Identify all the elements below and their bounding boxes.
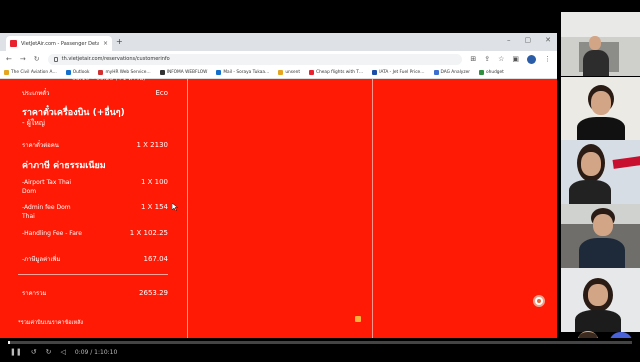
bookmark-item[interactable]: INFOMA WEBFLOW <box>159 70 207 75</box>
address-bar: ← → ↻ th.vietjetair.com/reservations/cus… <box>0 51 557 67</box>
bookmark-icon <box>433 70 439 75</box>
participant-face <box>591 91 611 115</box>
participant-tile[interactable] <box>561 268 640 332</box>
bookmark-icon <box>372 70 378 75</box>
star-icon[interactable]: ☆ <box>498 55 504 63</box>
vat-value: 167.04 <box>143 255 169 263</box>
total-label: ราคารวม <box>22 290 47 297</box>
participant-face <box>588 284 608 306</box>
player-controls: ❚❚ ↺ ↻ ◁ 0:09 / 1:10:10 <box>10 348 117 356</box>
new-tab-button[interactable]: + <box>116 37 123 46</box>
forward-icon[interactable]: → <box>20 55 26 63</box>
profile-avatar-icon[interactable] <box>527 54 536 64</box>
handling-fee-value: 1 X 102.25 <box>129 229 168 237</box>
fare-heading: ราคาตั๋วเครื่องบิน (+อื่นๆ) <box>22 108 125 118</box>
video-player-bar: ❚❚ ↺ ↻ ◁ 0:09 / 1:10:10 <box>0 338 640 362</box>
flight-time: 08:10 – 09:25 (+1 ดาวน์) <box>72 75 146 82</box>
admin-fee-label: -Admin fee Dom Thai <box>22 204 71 220</box>
bookmark-icon <box>159 70 165 75</box>
window-controls: – ▢ ✕ <box>507 36 551 44</box>
minimize-icon[interactable]: – <box>507 36 511 44</box>
mail-icon <box>216 70 222 75</box>
participant-tile[interactable] <box>561 140 640 204</box>
class-value: Eco <box>155 89 168 97</box>
lock-icon <box>53 56 58 62</box>
airplane-icon <box>612 156 640 169</box>
handling-fee-label: -Handling Fee - Fare <box>22 230 82 237</box>
maximize-icon[interactable]: ▢ <box>525 36 532 44</box>
base-fare-value: 1 X 2130 <box>136 141 168 149</box>
tax-heading: ค่าภาษี ค่าธรรมเนียม <box>22 161 106 171</box>
bookmark-item[interactable]: DAG Analyzer <box>433 70 470 75</box>
bookmark-icon <box>278 70 284 75</box>
admin-fee-value: 1 X 154 <box>140 203 168 211</box>
participant-tile[interactable] <box>561 77 640 141</box>
tab-title: VietJetAir.com - Passenger Detai <box>21 40 99 47</box>
toolbar-icons: ⊞ ⇪ ☆ ▣ ⋮ <box>470 54 551 64</box>
mouse-cursor-icon <box>172 203 178 211</box>
bookmark-item[interactable]: unsent <box>278 70 300 75</box>
fare-note: *รวมค่าบินบนราคาข้อเหลัง <box>18 320 84 326</box>
progress-track[interactable] <box>8 341 632 344</box>
floating-icon <box>355 316 361 322</box>
total-divider <box>18 274 168 275</box>
bookmark-item[interactable]: Mail - Soraya Tukaa… <box>216 70 269 75</box>
reload-icon[interactable]: ↻ <box>34 55 40 63</box>
total-value: 2653.29 <box>139 289 168 297</box>
bookmark-item[interactable]: ohudget <box>479 70 504 75</box>
vietjet-favicon-icon <box>10 40 17 47</box>
airport-tax-label: -Airport Tax Thai Dom <box>22 179 72 195</box>
bookmark-icon <box>4 70 9 75</box>
playback-time: 0:09 / 1:10:10 <box>74 348 118 356</box>
url-field[interactable]: th.vietjetair.com/reservations/customeri… <box>47 53 463 65</box>
sidepanel-icon[interactable]: ▣ <box>512 55 519 63</box>
volume-icon[interactable]: ◁ <box>60 348 65 356</box>
bookmark-item[interactable]: Cheap flights with T… <box>309 70 363 75</box>
tab-bar: VietJetAir.com - Passenger Detai × + – ▢… <box>0 33 557 51</box>
column-divider <box>187 79 188 338</box>
participant-face <box>589 36 601 50</box>
progress-fill <box>8 341 11 344</box>
base-fare-label: ราคาตั๋วต่อคน <box>22 142 59 149</box>
bookmark-icon <box>479 70 484 75</box>
close-window-icon[interactable]: ✕ <box>545 36 551 44</box>
participant-tile[interactable] <box>561 204 640 268</box>
airport-tax-value: 1 X 100 <box>140 178 168 186</box>
fare-page: 08:10 – 09:25 (+1 ดาวน์) ประเภทตั๋ว Eco … <box>0 75 557 338</box>
close-tab-icon[interactable]: × <box>103 40 108 47</box>
vat-label: -ภาษีมูลค่าเพิ่ม <box>22 256 61 263</box>
rewind-icon[interactable]: ↺ <box>31 348 37 356</box>
help-chat-icon[interactable] <box>533 295 545 307</box>
bookmark-item[interactable]: IATA - Jet Fuel Price… <box>372 70 425 75</box>
outlook-icon <box>65 70 71 75</box>
shared-screen: VietJetAir.com - Passenger Detai × + – ▢… <box>0 33 557 338</box>
participant-face <box>581 152 601 176</box>
column-divider <box>372 79 373 338</box>
pause-icon[interactable]: ❚❚ <box>10 348 22 356</box>
back-icon[interactable]: ← <box>6 55 12 63</box>
share-icon[interactable]: ⇪ <box>484 55 490 63</box>
browser-tab[interactable]: VietJetAir.com - Passenger Detai × <box>6 36 112 51</box>
menu-icon[interactable]: ⋮ <box>544 55 551 63</box>
url-text: th.vietjetair.com/reservations/customeri… <box>61 56 170 62</box>
adult-label: - ผู้ใหญ่ <box>22 119 45 127</box>
class-label: ประเภทตั๋ว <box>22 90 50 97</box>
participant-face <box>593 214 613 236</box>
screen-recording: VietJetAir.com - Passenger Detai × + – ▢… <box>0 0 640 362</box>
translate-icon[interactable]: ⊞ <box>470 55 476 63</box>
forward-icon[interactable]: ↻ <box>46 348 52 356</box>
participant-tile[interactable] <box>561 12 640 76</box>
bookmark-item[interactable]: The Civil Aviation A… <box>4 70 57 75</box>
bookmark-icon <box>309 70 315 75</box>
